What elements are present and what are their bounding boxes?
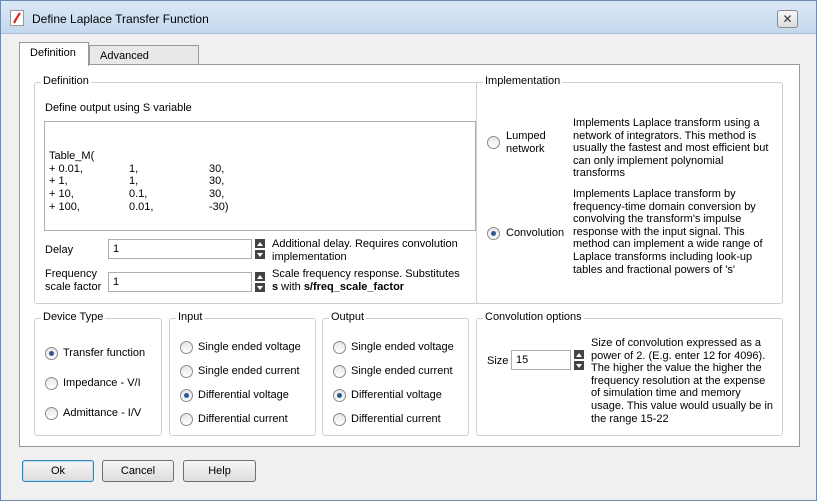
spin-up-icon[interactable]	[574, 350, 584, 359]
delay-spinner[interactable]	[255, 239, 265, 259]
input-radio-3[interactable]	[180, 413, 193, 426]
output-radio-1[interactable]	[333, 365, 346, 378]
freq-help-expr: s/freq_scale_factor	[303, 280, 405, 293]
delay-help: Additional delay. Requires convolution i…	[272, 238, 458, 263]
definition-group-title: Definition	[41, 75, 91, 87]
tab-definition-label: Definition	[30, 47, 76, 59]
freq-scale-spinner[interactable]	[255, 272, 265, 292]
lumped-label-1: Lumped	[506, 130, 546, 142]
freq-help-line1: Scale frequency response. Substitutes	[272, 268, 460, 280]
expression-cell: + 1,	[49, 175, 68, 188]
freq-help-with: with	[278, 280, 304, 293]
input-option-label: Single ended current	[198, 365, 300, 377]
lumped-network-radio[interactable]	[487, 136, 500, 149]
expression-cell: -30)	[209, 200, 229, 213]
input-option-label: Differential current	[198, 413, 288, 425]
output-option-label: Differential current	[351, 413, 441, 425]
device-type-option-label: Admittance - I/V	[63, 407, 142, 419]
cancel-button[interactable]: Cancel	[102, 460, 174, 482]
input-radio-2[interactable]	[180, 389, 193, 402]
tab-definition[interactable]: Definition	[19, 42, 89, 66]
input-option-label: Single ended voltage	[198, 341, 301, 353]
expression-cell: 0.1,	[129, 187, 148, 200]
device-type-radio-1[interactable]	[45, 377, 58, 390]
spin-down-icon[interactable]	[255, 283, 265, 292]
input-radio-0[interactable]	[180, 341, 193, 354]
spin-up-icon[interactable]	[255, 239, 265, 248]
expression-cell: + 10,	[49, 187, 74, 200]
device-type-group: Device Type Transfer function Impedance -…	[34, 311, 162, 436]
expression-cell: + 0.01,	[49, 162, 83, 175]
implementation-group-title: Implementation	[483, 75, 563, 87]
close-icon: ✕	[782, 12, 793, 26]
expression-cell: 0.01,	[129, 200, 154, 213]
expression-line: Table_M(	[49, 150, 471, 163]
expression-line: + 1, 1, 30,	[49, 175, 471, 188]
output-radio-0[interactable]	[333, 341, 346, 354]
output-option-label: Single ended current	[351, 365, 453, 377]
size-spinner[interactable]	[574, 350, 584, 370]
expression-textarea[interactable]: Table_M(+ 0.01, 1, 30, + 1, 1, 30, + 10, 0.1, 30…	[44, 121, 476, 231]
convolution-radio[interactable]	[487, 227, 500, 240]
output-radio-2[interactable]	[333, 389, 346, 402]
expression-line: + 0.01, 1, 30,	[49, 163, 471, 176]
expression-cell: 30,	[209, 175, 225, 188]
spin-up-icon[interactable]	[255, 272, 265, 281]
help-button[interactable]: Help	[183, 460, 256, 482]
convolution-description: Implements Laplace transform by frequenc…	[573, 188, 763, 276]
device-type-radio-2[interactable]	[45, 407, 58, 420]
output-group: Output Single ended voltage Single ended …	[322, 311, 469, 436]
input-radio-1[interactable]	[180, 365, 193, 378]
convolution-size-description: Size of convolution expressed as a power…	[591, 337, 774, 425]
expression-cell: 30,	[209, 187, 225, 200]
input-option-label: Differential voltage	[198, 389, 289, 401]
expression-cell: Table_M(	[49, 150, 95, 163]
tab-panel-definition: Definition Define output using S variabl…	[19, 64, 800, 447]
output-radio-3[interactable]	[333, 413, 346, 426]
freq-label-line2: scale factor	[45, 281, 102, 293]
expression-line: + 100, 0.01, -30)	[49, 201, 471, 214]
input-group: Input Single ended voltage Single ended c…	[169, 311, 316, 436]
device-type-group-title: Device Type	[41, 311, 106, 323]
output-option-label: Single ended voltage	[351, 341, 454, 353]
convolution-options-group: Convolution options Size 15 Size of conv…	[476, 311, 783, 436]
lumped-description: Implements Laplace transform using a net…	[573, 117, 769, 180]
size-label: Size	[487, 355, 509, 367]
lumped-label-2: network	[506, 143, 545, 155]
freq-scale-input[interactable]: 1	[108, 272, 252, 292]
definition-group: Definition Define output using S variabl…	[34, 75, 484, 304]
device-type-option-label: Impedance - V/I	[63, 377, 141, 389]
expression-line: + 10, 0.1, 30,	[49, 188, 471, 201]
spin-down-icon[interactable]	[574, 361, 584, 370]
window-title: Define Laplace Transfer Function	[32, 12, 209, 26]
output-group-title: Output	[329, 311, 367, 323]
convolution-options-group-title: Convolution options	[483, 311, 584, 323]
delay-label: Delay	[45, 244, 74, 256]
tab-advanced-options[interactable]: Advanced Options	[89, 45, 199, 82]
title-bar[interactable]: Define Laplace Transfer Function ✕	[1, 1, 816, 34]
expression-cell: 30,	[209, 162, 225, 175]
input-group-title: Input	[176, 311, 205, 323]
freq-label-line1: Frequency	[45, 268, 97, 280]
expression-cell: + 100,	[49, 200, 80, 213]
freq-help: Scale frequency response. Substitutes s …	[272, 268, 482, 293]
size-input[interactable]: 15	[511, 350, 571, 370]
device-type-option-label: Transfer function	[63, 347, 146, 359]
expression-cell: 1,	[129, 175, 139, 188]
convolution-label: Convolution	[506, 227, 565, 239]
delay-input[interactable]: 1	[108, 239, 252, 259]
close-button[interactable]: ✕	[777, 10, 798, 28]
app-logo-icon	[10, 10, 24, 26]
ok-button[interactable]: Ok	[22, 460, 94, 482]
expression-cell: 1,	[129, 162, 139, 175]
spin-down-icon[interactable]	[255, 250, 265, 259]
expression-prompt: Define output using S variable	[45, 102, 192, 114]
dialog-window: Define Laplace Transfer Function ✕ Defin…	[0, 0, 817, 501]
implementation-group: Implementation Lumped network Implements…	[476, 75, 783, 304]
output-option-label: Differential voltage	[351, 389, 442, 401]
device-type-radio-0[interactable]	[45, 347, 58, 360]
